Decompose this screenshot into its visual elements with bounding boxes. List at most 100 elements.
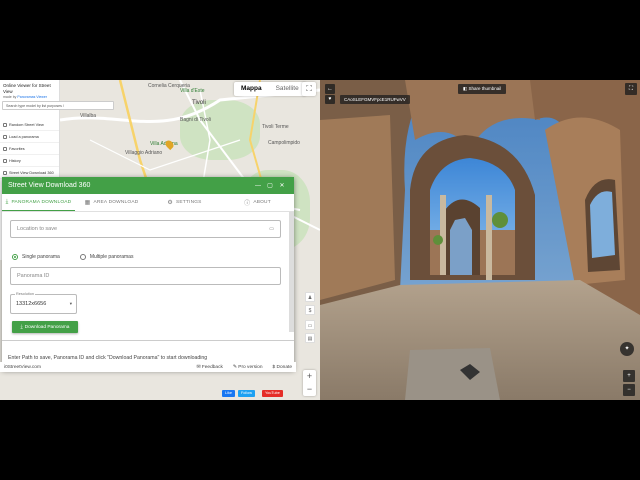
panel-item-load[interactable]: Load a panorama bbox=[0, 131, 59, 143]
radio-group: Single panorama Multiple panoramas bbox=[12, 254, 133, 260]
panel-subtitle-prefix: made by bbox=[3, 95, 17, 99]
info-icon: ⓘ bbox=[244, 201, 251, 207]
fullscreen-icon[interactable]: ⛶ bbox=[625, 83, 637, 95]
tab-label: ABOUT bbox=[253, 200, 271, 205]
zoom-in-button[interactable]: + bbox=[623, 370, 635, 382]
map-search-input[interactable]: Search type model by list purposes / bbox=[2, 101, 114, 110]
resolution-select[interactable]: Resolution 13312x6656 ▾ bbox=[10, 292, 77, 314]
facebook-like-button[interactable]: Like bbox=[222, 390, 235, 397]
radio-multiple-label: Multiple panoramas bbox=[89, 254, 134, 260]
dollar-icon[interactable]: $ bbox=[305, 305, 315, 315]
share-thumbnail-button[interactable]: ◧ Share thumbnail bbox=[458, 84, 507, 94]
twitter-follow-button[interactable]: Follow bbox=[237, 390, 255, 397]
history-icon bbox=[3, 158, 7, 163]
panorama-id-label: CAoSLEFGMVFpcE1RUFwVV bbox=[340, 95, 410, 104]
dialog-body: Location to save ▭ Single panorama Multi… bbox=[2, 212, 294, 370]
resolution-value: 13312x6656 bbox=[16, 301, 47, 307]
tab-area-download[interactable]: ▦ AREA DOWNLOAD bbox=[75, 194, 148, 211]
map-place-label: Tivoli Terme bbox=[262, 124, 289, 130]
download-icon bbox=[3, 170, 7, 175]
panel-item-history[interactable]: History bbox=[0, 155, 59, 167]
map-place-label: Cornelia Cerqueria bbox=[148, 83, 190, 89]
tab-about[interactable]: ⓘ ABOUT bbox=[221, 194, 294, 211]
heart-icon[interactable]: ♥ bbox=[325, 95, 335, 104]
footer-site[interactable]: i0StreetView.com bbox=[4, 365, 186, 370]
tab-label: SETTINGS bbox=[176, 200, 202, 205]
link-icon bbox=[3, 134, 7, 139]
panel-item-random[interactable]: Random Street View bbox=[0, 119, 59, 131]
chat-icon[interactable]: ▭ bbox=[305, 320, 315, 330]
tab-label: PANORAMA DOWNLOAD bbox=[11, 199, 72, 205]
dropdown-arrow-icon: ▾ bbox=[69, 301, 72, 306]
maximize-icon[interactable]: ▢ bbox=[264, 182, 276, 189]
resolution-label: Resolution bbox=[15, 292, 35, 296]
fullscreen-icon[interactable]: ⛶ bbox=[302, 82, 316, 96]
compass-icon[interactable]: ✦ bbox=[620, 342, 634, 356]
dialog-scrollbar[interactable] bbox=[289, 212, 294, 332]
download-icon: ⤓ bbox=[20, 325, 23, 330]
panel-item-label: Favorites bbox=[9, 146, 25, 151]
zoom-control: + − bbox=[303, 370, 316, 396]
map-place-label: Bagni di Tivoli bbox=[180, 117, 211, 123]
street-view-pane[interactable]: ← ⛶ ♥ ✦ + − bbox=[320, 80, 640, 400]
footer-pro-link[interactable]: ✎ Pro version bbox=[233, 365, 263, 370]
youtube-button[interactable]: YouTube bbox=[261, 390, 283, 397]
shuffle-icon bbox=[3, 122, 7, 127]
footer-link-label: Feedback bbox=[201, 364, 223, 370]
map-footer: i0StreetView.com ✉ Feedback ✎ Pro versio… bbox=[0, 362, 296, 372]
screen: Tivoli Villa d'Este Villa Adriana Villag… bbox=[0, 80, 640, 400]
panel-subtitle-link[interactable]: Panoramas Viewer bbox=[17, 95, 47, 99]
map-place-label: Villalba bbox=[80, 113, 97, 119]
dialog-header: Street View Download 360 — ▢ ✕ bbox=[2, 177, 294, 194]
tab-label: AREA DOWNLOAD bbox=[93, 200, 139, 205]
footer-link-label: Donate bbox=[276, 364, 292, 370]
download-icon: ⤓ bbox=[5, 198, 9, 205]
radio-single-label: Single panorama bbox=[22, 254, 60, 260]
social-buttons: Like Follow YouTube bbox=[222, 390, 283, 397]
radio-multiple[interactable] bbox=[79, 254, 86, 260]
layers-icon[interactable]: ▤ bbox=[305, 333, 315, 343]
panel-item-label: Random Street View bbox=[9, 122, 44, 127]
close-icon[interactable]: ✕ bbox=[276, 182, 288, 189]
hint-text: Enter Path to save, Panorama ID and clic… bbox=[8, 355, 208, 361]
zoom-in-button[interactable]: + bbox=[303, 370, 316, 383]
map-place-label: Tivoli bbox=[192, 100, 206, 106]
radio-single[interactable] bbox=[12, 254, 18, 260]
tab-settings[interactable]: ⚙ SETTINGS bbox=[148, 194, 221, 211]
map-type-map[interactable]: Mappa bbox=[234, 82, 269, 96]
footer-donate-link[interactable]: $ Donate bbox=[273, 365, 292, 370]
map-type-satellite[interactable]: Satellite bbox=[269, 82, 306, 96]
panorama-image bbox=[320, 80, 640, 400]
tab-panorama-download[interactable]: ⤓ PANORAMA DOWNLOAD bbox=[2, 194, 75, 211]
zoom-out-button[interactable]: − bbox=[303, 383, 316, 396]
pegman-icon[interactable]: ♟ bbox=[305, 292, 315, 302]
footer-link-label: Pro version bbox=[238, 364, 263, 370]
map-place-label: Villaggio Adriano bbox=[125, 150, 163, 156]
panorama-id-placeholder: Panorama ID bbox=[17, 273, 50, 279]
back-arrow-icon[interactable]: ← bbox=[325, 84, 335, 94]
panel-title: Online Viewer for Street View bbox=[3, 83, 51, 94]
panel-item-label: History bbox=[9, 158, 21, 163]
panel-item-label: Load a panorama bbox=[9, 134, 39, 139]
zoom-out-button[interactable]: − bbox=[623, 384, 635, 396]
panel-item-favorites[interactable]: Favorites bbox=[0, 143, 59, 155]
map-pane[interactable]: Tivoli Villa d'Este Villa Adriana Villag… bbox=[0, 80, 320, 400]
map-place-label: Campolimpido bbox=[268, 140, 300, 146]
map-type-toggle: Mappa Satellite bbox=[234, 82, 306, 96]
footer-feedback-link[interactable]: ✉ Feedback bbox=[196, 365, 222, 370]
heart-icon bbox=[3, 146, 7, 151]
dialog-tabs: ⤓ PANORAMA DOWNLOAD ▦ AREA DOWNLOAD ⚙ SETTI… bbox=[2, 194, 294, 212]
folder-icon[interactable]: ▭ bbox=[269, 221, 274, 237]
map-icon: ▦ bbox=[84, 200, 91, 206]
panorama-id-field[interactable]: Panorama ID bbox=[10, 267, 281, 285]
share-label: Share thumbnail bbox=[468, 86, 502, 91]
download-button-label: Download Panorama bbox=[24, 324, 70, 330]
minimize-icon[interactable]: — bbox=[252, 183, 264, 189]
panel-item-label: Street View Download 360 bbox=[9, 170, 54, 175]
location-field[interactable]: Location to save ▭ bbox=[10, 220, 281, 238]
download-panorama-button[interactable]: ⤓ Download Panorama bbox=[12, 321, 78, 333]
gear-icon: ⚙ bbox=[167, 200, 173, 206]
dialog-divider bbox=[2, 340, 294, 341]
download-dialog: Street View Download 360 — ▢ ✕ ⤓ PANORAMA… bbox=[2, 177, 294, 370]
location-placeholder: Location to save bbox=[17, 226, 58, 232]
